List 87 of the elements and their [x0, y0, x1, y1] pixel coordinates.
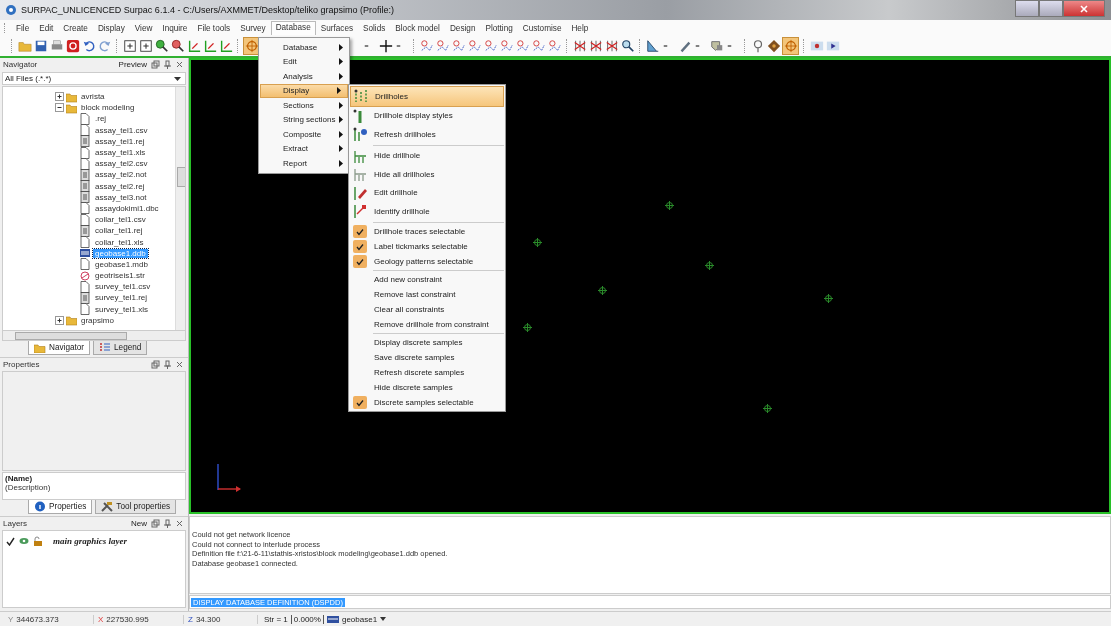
- tree-item[interactable]: collar_tel1.xls: [93, 237, 146, 247]
- tree-item[interactable]: assay_tel2.rej: [93, 181, 147, 191]
- menu-item[interactable]: Hide discrete samples: [350, 379, 504, 395]
- panel-title: Properties: [3, 360, 40, 369]
- menu-item[interactable]: Save discrete samples: [350, 349, 504, 365]
- menu-item[interactable]: Block model: [390, 21, 445, 35]
- tree-item[interactable]: avrista: [79, 92, 107, 102]
- menu-item[interactable]: Clear all constraints: [350, 301, 504, 317]
- menu-item[interactable]: Design: [444, 21, 481, 35]
- file-filter-dropdown[interactable]: All Files (.*.*): [2, 72, 186, 85]
- tree-item[interactable]: assay_tel1.rej: [93, 136, 147, 146]
- layer-name[interactable]: main graphics layer: [53, 536, 127, 546]
- menu-item[interactable]: Composite: [259, 127, 349, 142]
- tree-item[interactable]: geobase1.mdb: [93, 259, 150, 269]
- menu-item[interactable]: Refresh discrete samples: [350, 364, 504, 380]
- panel-button[interactable]: Preview: [118, 60, 147, 69]
- tree-item[interactable]: .rej: [93, 114, 109, 124]
- menu-item[interactable]: File: [11, 21, 35, 35]
- tree-item[interactable]: block modeling: [79, 103, 137, 113]
- property-description: (Description): [5, 483, 52, 492]
- tree-item[interactable]: grapsimo: [79, 315, 116, 325]
- menu-item[interactable]: Create: [58, 21, 93, 35]
- menu-item[interactable]: Inquire: [157, 21, 193, 35]
- coordinate-label: X: [98, 614, 104, 624]
- tree-item[interactable]: assaydokimi1.dbc: [93, 203, 161, 213]
- menu-item[interactable]: Display: [92, 21, 130, 35]
- menu-item[interactable]: Customise: [517, 21, 567, 35]
- tree-item[interactable]: assay_tel2.not: [93, 170, 149, 180]
- percent-value: 0.000%: [290, 614, 324, 624]
- panel-tab[interactable]: Properties: [28, 500, 93, 514]
- menu-item[interactable]: Help: [566, 21, 594, 35]
- menu-item[interactable]: Edit: [259, 54, 349, 69]
- menu-item[interactable]: Drillholes: [350, 86, 504, 107]
- menu-item[interactable]: Edit drillhole: [350, 183, 504, 202]
- menu-item[interactable]: Analysis: [259, 69, 349, 84]
- coordinate-value: 344673.373: [16, 614, 59, 624]
- panel-button[interactable]: New: [131, 519, 147, 528]
- menu-item[interactable]: Database: [259, 40, 349, 55]
- panel-title: Navigator: [3, 60, 38, 69]
- menu-item[interactable]: String sections: [259, 112, 349, 127]
- tree-item[interactable]: geotriseis1.str: [93, 271, 147, 281]
- tree-item[interactable]: survey_tel1.rej: [93, 293, 150, 303]
- menu-item[interactable]: Discrete samples selectable: [350, 394, 504, 410]
- menu-item[interactable]: Display discrete samples: [350, 334, 504, 350]
- menu-item[interactable]: Refresh drillholes: [350, 125, 504, 144]
- panel-tab[interactable]: Tool properties: [95, 500, 177, 514]
- menu-item[interactable]: Surfaces: [315, 21, 359, 35]
- string-number: Str = 1: [257, 614, 291, 624]
- tree-item[interactable]: survey_tel1.xls: [93, 304, 150, 314]
- menu-item[interactable]: Edit: [34, 21, 59, 35]
- tree-item[interactable]: survey_tel1.csv: [93, 282, 153, 292]
- menu-item[interactable]: Geology patterns selectable: [350, 253, 504, 269]
- tree-item[interactable]: assay_tel1.csv: [93, 125, 150, 135]
- menu-item[interactable]: Plotting: [480, 21, 518, 35]
- tree-item[interactable]: assay_tel2.csv: [93, 159, 150, 169]
- panel-title: Layers: [3, 519, 27, 528]
- property-name: (Name): [5, 474, 34, 483]
- panel-tab[interactable]: Navigator: [28, 341, 91, 355]
- tree-item[interactable]: collar_tel1.csv: [93, 215, 148, 225]
- tree-item[interactable]: collar_tel1.rej: [93, 226, 145, 236]
- menu-item[interactable]: Remove last constraint: [350, 286, 504, 302]
- menu-item[interactable]: Label tickmarks selectable: [350, 238, 504, 254]
- tree-item[interactable]: assay_tel3.not: [93, 192, 149, 202]
- menu-item[interactable]: Display: [260, 83, 348, 98]
- window-title: SURPAC_UNLICENCED Surpac 6.1.4 - C:/Users/AXMMET/Desktop/teliko grapsimo (Profile:): [21, 5, 394, 15]
- menu-item[interactable]: Survey: [235, 21, 271, 35]
- coordinate-label: Y: [8, 614, 14, 624]
- menu-item[interactable]: Extract: [259, 141, 349, 156]
- menu-item[interactable]: View: [129, 21, 158, 35]
- menu-item[interactable]: File tools: [192, 21, 236, 35]
- menu-item[interactable]: Drillhole display styles: [350, 106, 504, 125]
- coordinate-label: Z: [188, 614, 193, 624]
- menu-item[interactable]: Remove drillhole from constraint: [350, 316, 504, 332]
- menu-item[interactable]: Report: [259, 156, 349, 171]
- menu-item[interactable]: Sections: [259, 98, 349, 113]
- menu-item[interactable]: Database: [270, 21, 316, 35]
- menu-item[interactable]: Hide drillhole: [350, 146, 504, 165]
- menu-item[interactable]: Solids: [358, 21, 391, 35]
- menu-item[interactable]: Drillhole traces selectable: [350, 223, 504, 239]
- coordinate-value: 227530.995: [106, 614, 149, 624]
- panel-tab[interactable]: Legend: [93, 341, 148, 355]
- menu-item[interactable]: Hide all drillholes: [350, 165, 504, 184]
- menu-item[interactable]: Add new constraint: [350, 271, 504, 287]
- coordinate-value: 34.300: [195, 614, 221, 624]
- tree-item[interactable]: assay_tel1.xls: [93, 148, 148, 158]
- layer-dropdown[interactable]: geobase1: [326, 614, 387, 624]
- menu-item[interactable]: Identify drillhole: [350, 202, 504, 221]
